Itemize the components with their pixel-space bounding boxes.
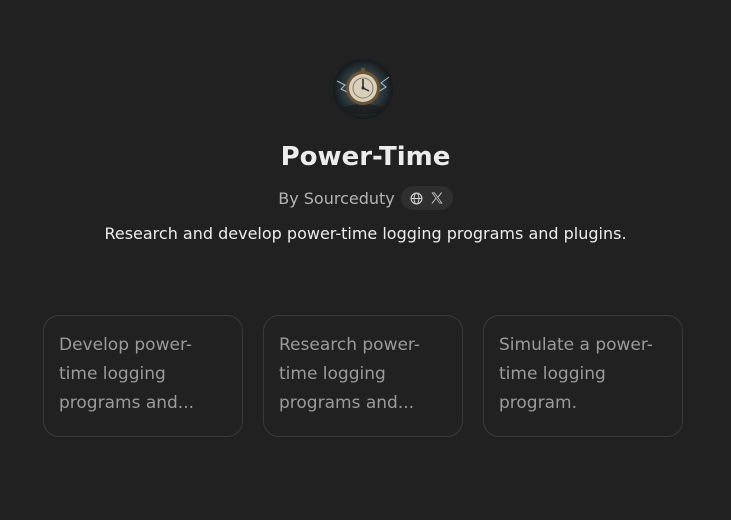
clock-avatar-icon — [333, 59, 393, 119]
globe-icon[interactable] — [410, 191, 424, 205]
conversation-starters: Develop power-time logging programs and.… — [43, 315, 683, 437]
author-byline: By Sourceduty — [0, 185, 731, 211]
starter-card[interactable]: Research power-time logging programs and… — [263, 315, 463, 437]
starter-text: Develop power-time logging programs and.… — [59, 335, 195, 413]
starter-card[interactable]: Develop power-time logging programs and.… — [43, 315, 243, 437]
gpt-title: Power-Time — [280, 142, 451, 172]
starter-text: Research power-time logging programs and… — [279, 335, 420, 413]
gpt-description: Research and develop power-time logging … — [104, 224, 627, 243]
social-links — [400, 186, 453, 210]
author-name: By Sourceduty — [278, 188, 395, 208]
gpt-landing: Power-Time By Sourceduty Research and de… — [0, 0, 731, 520]
starter-text: Simulate a power-time logging program. — [499, 335, 653, 413]
x-logo-icon[interactable] — [430, 191, 444, 205]
starter-card[interactable]: Simulate a power-time logging program. — [483, 315, 683, 437]
